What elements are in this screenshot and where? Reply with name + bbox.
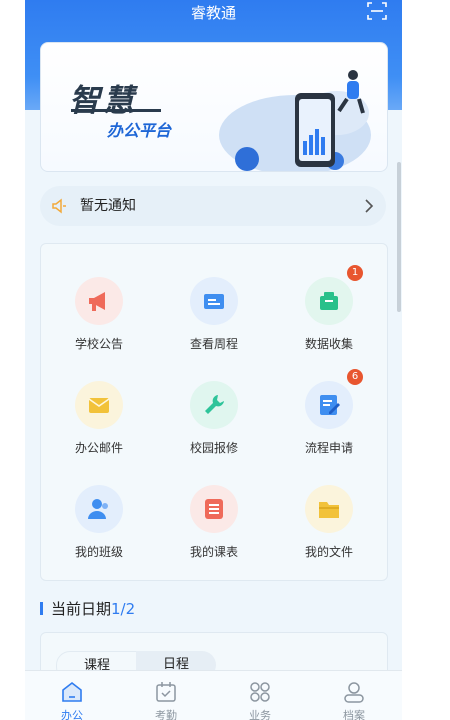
people-icon — [88, 499, 108, 519]
grid-item-my-timetable[interactable]: 我的课表 — [156, 485, 272, 581]
grid-item-my-class[interactable]: 我的班级 — [41, 485, 157, 581]
home-icon — [62, 681, 82, 702]
chevron-right-icon — [365, 199, 374, 213]
grid-icon-bg — [75, 277, 123, 325]
grid-icon-bg — [305, 381, 353, 429]
grid-label: 我的课表 — [189, 545, 238, 559]
notice-bar[interactable]: 暂无通知 — [40, 186, 386, 226]
tab-label: 办公 — [61, 709, 83, 720]
list-icon — [205, 499, 223, 519]
phone-screen: 睿教通 智慧 办公平台 暂无通知 学校公告 查看周程 1 数据收集 办公邮件 校… — [25, 0, 402, 720]
grid-item-office-mail[interactable]: 办公邮件 — [41, 381, 157, 477]
banner-illustration — [219, 70, 371, 171]
grid-item-data-collection[interactable]: 1 数据收集 — [271, 265, 387, 373]
grid-label: 校园报修 — [189, 441, 238, 455]
grid-icon-bg — [305, 485, 353, 533]
grid-icon-bg — [75, 485, 123, 533]
tab-label: 考勤 — [155, 709, 177, 720]
grid-item-campus-repair[interactable]: 校园报修 — [156, 381, 272, 477]
grid-label: 我的班级 — [74, 545, 123, 559]
grid-label: 流程申请 — [304, 441, 353, 455]
banner-underline — [71, 109, 161, 112]
app-title: 睿教通 — [190, 4, 236, 22]
grid-label: 数据收集 — [304, 337, 353, 351]
bottom-tab-bar: 办公 考勤 业务 档案 — [25, 670, 402, 720]
edit-doc-icon — [320, 395, 340, 415]
grid-item-process-apply[interactable]: 6 流程申请 — [271, 369, 387, 477]
notification-badge: 1 — [347, 265, 363, 281]
scan-icon — [367, 2, 387, 20]
function-grid: 学校公告 查看周程 1 数据收集 办公邮件 校园报修 6 流程申请 我的班级 我… — [40, 243, 388, 581]
banner[interactable]: 智慧 办公平台 — [40, 42, 388, 172]
megaphone-icon — [89, 292, 105, 311]
grid-item-weekly-schedule[interactable]: 查看周程 — [156, 277, 272, 373]
grid-icon-bg — [190, 381, 238, 429]
tab-attendance[interactable]: 考勤 — [119, 671, 213, 720]
tab-label: 业务 — [249, 709, 271, 720]
scrollbar[interactable] — [397, 162, 401, 312]
section-marker — [40, 602, 43, 615]
apps-grid-icon — [250, 682, 270, 702]
notification-badge: 6 — [347, 369, 363, 385]
grid-icon-bg — [190, 277, 238, 325]
grid-icon-bg — [75, 381, 123, 429]
current-date-header: 当前日期1/2 — [40, 598, 135, 619]
banner-subtitle: 办公平台 — [107, 121, 172, 140]
calendar-check-icon — [156, 682, 176, 702]
tab-business[interactable]: 业务 — [213, 671, 307, 720]
calendar-card-icon — [204, 294, 224, 309]
mail-icon — [88, 398, 110, 413]
title-bar: 睿教通 — [25, 0, 402, 26]
profile-icon — [344, 682, 364, 703]
tab-archive[interactable]: 档案 — [307, 671, 401, 720]
grid-icon-bg — [190, 485, 238, 533]
grid-label: 我的文件 — [304, 545, 353, 559]
grid-icon-bg — [305, 277, 353, 325]
grid-item-school-notice[interactable]: 学校公告 — [41, 277, 157, 373]
tab-label: 档案 — [343, 709, 365, 720]
grid-label: 办公邮件 — [74, 441, 123, 455]
grid-item-my-files[interactable]: 我的文件 — [271, 485, 387, 581]
grid-label: 查看周程 — [189, 337, 238, 351]
tab-office[interactable]: 办公 — [25, 671, 119, 720]
notice-text: 暂无通知 — [80, 198, 136, 214]
date-page-indicator: 1/2 — [111, 600, 136, 618]
grid-label: 学校公告 — [74, 337, 123, 351]
speaker-icon — [52, 198, 66, 214]
folder-icon — [319, 502, 339, 518]
folder-box-icon — [320, 292, 338, 310]
wrench-icon — [205, 395, 224, 414]
banner-title: 智慧 — [69, 83, 137, 119]
scan-button[interactable] — [366, 0, 388, 22]
current-date-label: 当前日期 — [51, 600, 112, 618]
